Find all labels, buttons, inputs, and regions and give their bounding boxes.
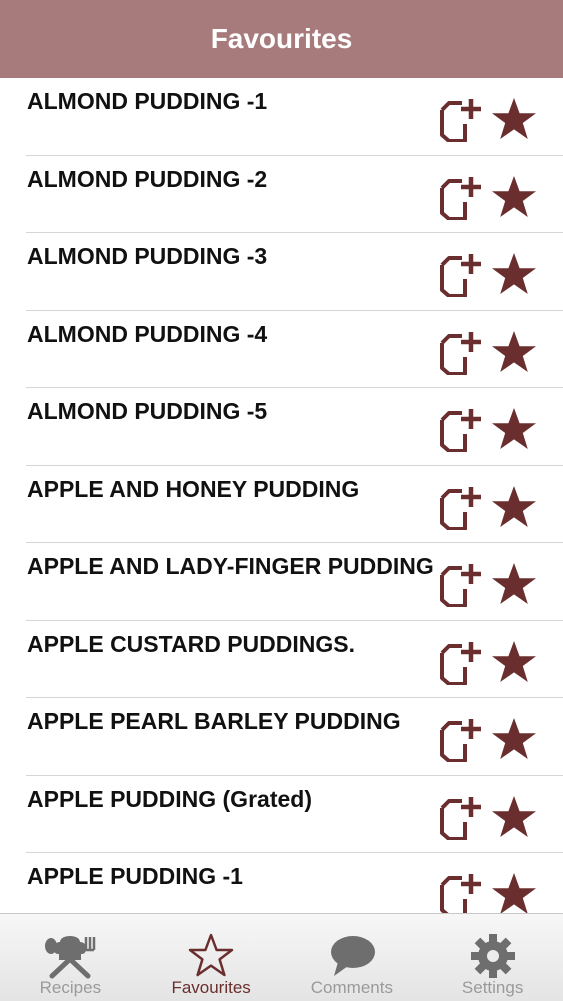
add-note-icon[interactable]	[438, 329, 484, 375]
add-note-icon[interactable]	[438, 484, 484, 530]
recipe-title: APPLE PUDDING -1	[27, 863, 243, 889]
recipe-title: ALMOND PUDDING -2	[27, 165, 268, 192]
add-note-icon[interactable]	[438, 251, 484, 297]
favourites-list[interactable]: ALMOND PUDDING -1 ALMOND PUDDING -2 ALMO…	[0, 78, 563, 913]
tab-label: Favourites	[171, 978, 251, 997]
recipe-title: APPLE PUDDING (Grated)	[27, 785, 312, 812]
list-item[interactable]: APPLE CUSTARD PUDDINGS.	[26, 621, 563, 698]
star-icon[interactable]	[490, 871, 538, 913]
star-icon[interactable]	[490, 639, 538, 685]
tab-label: Comments	[310, 978, 393, 997]
add-note-icon[interactable]	[438, 406, 484, 452]
star-icon[interactable]	[490, 794, 538, 840]
list-item[interactable]: APPLE AND HONEY PUDDING	[26, 466, 563, 543]
recipe-title: APPLE CUSTARD PUDDINGS.	[27, 630, 355, 657]
list-item[interactable]: APPLE PUDDING -1	[26, 853, 563, 913]
star-icon[interactable]	[490, 329, 538, 375]
star-icon[interactable]	[490, 716, 538, 762]
list-item[interactable]: ALMOND PUDDING -5	[26, 388, 563, 466]
list-item[interactable]: APPLE PUDDING (Grated)	[26, 776, 563, 853]
speech-bubble-icon	[330, 936, 375, 976]
page-title: Favourites	[210, 23, 353, 54]
recipe-title: APPLE PEARL BARLEY PUDDING	[27, 708, 401, 734]
recipe-title: APPLE AND HONEY PUDDING	[27, 475, 360, 502]
nav-bar: Favourites	[0, 0, 563, 78]
recipe-title: APPLE AND LADY-FINGER PUDDING	[27, 553, 434, 579]
add-note-icon[interactable]	[438, 561, 484, 607]
add-note-icon[interactable]	[438, 174, 484, 220]
add-note-icon[interactable]	[438, 96, 484, 142]
star-icon[interactable]	[490, 251, 538, 297]
star-outline-icon	[188, 933, 234, 977]
star-icon[interactable]	[490, 484, 538, 530]
tab-label: Recipes	[39, 978, 102, 997]
star-icon[interactable]	[490, 561, 538, 607]
list-item[interactable]: ALMOND PUDDING -2	[26, 156, 563, 233]
add-note-icon[interactable]	[438, 794, 484, 840]
tab-label: Settings	[461, 978, 524, 997]
tab-settings[interactable]: Settings	[422, 914, 563, 1001]
recipe-title: ALMOND PUDDING -5	[27, 398, 268, 424]
tab-favourites[interactable]: Favourites	[141, 914, 282, 1001]
chef-hat-utensils-icon	[45, 936, 96, 979]
gear-icon	[470, 934, 515, 978]
recipe-title: ALMOND PUDDING -4	[27, 320, 268, 347]
tab-comments[interactable]: Comments	[282, 914, 423, 1001]
add-note-icon[interactable]	[438, 639, 484, 685]
star-icon[interactable]	[490, 174, 538, 220]
tab-bar: Recipes Favourites Comments Settings	[0, 913, 563, 1001]
list-item[interactable]: APPLE PEARL BARLEY PUDDING	[26, 698, 563, 776]
star-icon[interactable]	[490, 96, 538, 142]
list-item[interactable]: ALMOND PUDDING -4	[26, 311, 563, 388]
star-icon[interactable]	[490, 406, 538, 452]
tab-recipes[interactable]: Recipes	[0, 914, 141, 1001]
list-item[interactable]: ALMOND PUDDING -1	[26, 78, 563, 156]
list-item[interactable]: APPLE AND LADY-FINGER PUDDING	[26, 543, 563, 621]
add-note-icon[interactable]	[438, 871, 484, 913]
add-note-icon[interactable]	[438, 716, 484, 762]
recipe-title: ALMOND PUDDING -3	[27, 243, 268, 269]
recipe-title: ALMOND PUDDING -1	[27, 88, 268, 114]
list-item[interactable]: ALMOND PUDDING -3	[26, 233, 563, 311]
